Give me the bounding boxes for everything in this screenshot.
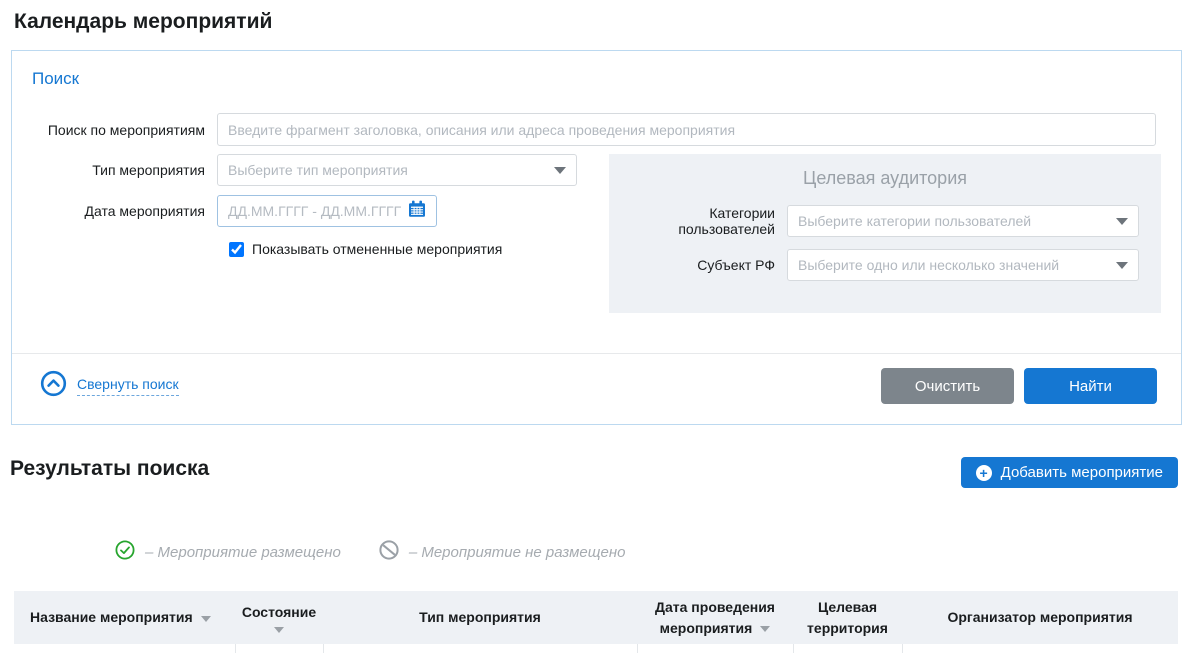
column-header-label: Состояние: [242, 602, 316, 622]
add-event-label: Добавить мероприятие: [1001, 464, 1163, 481]
find-button[interactable]: Найти: [1024, 368, 1157, 404]
column-header-territory: Целевая территория: [793, 591, 902, 644]
column-header-label: Целевая территория: [807, 599, 888, 635]
cell-territory: Все субъекты РФ: [793, 644, 902, 653]
event-type-label: Тип мероприятия: [12, 162, 217, 178]
show-cancelled-checkbox[interactable]: [229, 242, 244, 257]
legend-not-published-text: – Мероприятие не размещено: [409, 544, 626, 561]
chevron-up-circle-icon: [40, 370, 77, 402]
collapse-search-label: Свернуть поиск: [77, 376, 179, 396]
user-categories-label: Категории пользователей: [609, 205, 787, 237]
user-categories-placeholder: Выберите категории пользователей: [798, 213, 1031, 229]
plus-circle-icon: [976, 465, 992, 481]
region-select[interactable]: Выберите одно или несколько значений: [787, 249, 1139, 281]
cell-event-type: Вебинар: [323, 644, 637, 653]
sort-icon[interactable]: [274, 627, 284, 633]
show-cancelled-label: Показывать отмененные мероприятия: [252, 241, 502, 257]
results-table: Название мероприятия Состояние Тип мероп…: [14, 591, 1178, 653]
cell-organizer: АнтартикНаучсофт: [902, 644, 1178, 653]
status-legend: – Мероприятие размещено – Мероприятие не…: [115, 540, 1193, 565]
date-range-placeholder: ДД.ММ.ГГГГ - ДД.ММ.ГГГГ: [228, 203, 401, 219]
show-cancelled-row: Показывать отмененные мероприятия: [229, 241, 609, 257]
calendar-icon[interactable]: [408, 200, 426, 223]
chevron-down-icon: [554, 167, 566, 174]
table-row: Вебинар Вебинар 18.05.2017 Все субъекты …: [14, 644, 1178, 653]
column-header-status: Состояние: [235, 591, 323, 644]
legend-published-text: – Мероприятие размещено: [145, 544, 341, 561]
chevron-down-icon: [1116, 262, 1128, 269]
region-placeholder: Выберите одно или несколько значений: [798, 257, 1059, 273]
search-form-main: Тип мероприятия Выберите тип мероприятия…: [12, 154, 1181, 313]
type-row: Тип мероприятия Выберите тип мероприятия: [12, 154, 609, 186]
date-row: Дата мероприятия ДД.ММ.ГГГГ - ДД.ММ.ГГГГ: [12, 195, 609, 227]
search-panel: Поиск Поиск по мероприятиям Тип мероприя…: [11, 50, 1182, 425]
user-categories-row: Категории пользователей Выберите категор…: [609, 205, 1161, 237]
user-categories-select[interactable]: Выберите категории пользователей: [787, 205, 1139, 237]
region-row: Субъект РФ Выберите одно или несколько з…: [609, 249, 1161, 281]
column-header-label: Тип мероприятия: [419, 609, 541, 625]
cell-event-date: 18.05.2017: [637, 644, 793, 653]
column-header-organizer: Организатор мероприятия: [902, 591, 1178, 644]
region-label: Субъект РФ: [609, 257, 787, 273]
table-header-row: Название мероприятия Состояние Тип мероп…: [14, 591, 1178, 644]
column-header-label: Организатор мероприятия: [947, 609, 1132, 625]
search-form-left: Тип мероприятия Выберите тип мероприятия…: [12, 154, 609, 257]
cell-event-name: Вебинар: [14, 644, 235, 653]
column-header-event-type: Тип мероприятия: [323, 591, 637, 644]
legend-item-published: – Мероприятие размещено: [115, 540, 341, 565]
query-row: Поиск по мероприятиям: [12, 113, 1181, 146]
add-event-button[interactable]: Добавить мероприятие: [961, 457, 1178, 488]
sort-icon[interactable]: [760, 626, 770, 632]
cell-status: [235, 644, 323, 653]
check-circle-icon: [115, 540, 135, 565]
column-header-label: Название мероприятия: [30, 609, 193, 625]
search-panel-title: Поиск: [12, 51, 1181, 113]
search-input[interactable]: [217, 113, 1156, 146]
sort-icon[interactable]: [201, 616, 211, 622]
event-type-placeholder: Выберите тип мероприятия: [228, 162, 408, 178]
ban-circle-icon: [379, 540, 399, 565]
column-header-label: Дата проведения мероприятия: [655, 599, 775, 635]
target-audience-panel: Целевая аудитория Категории пользователе…: [609, 154, 1161, 313]
search-panel-footer: Свернуть поиск Очистить Найти: [12, 354, 1181, 410]
results-header: Результаты поиска Добавить мероприятие: [10, 457, 1178, 488]
target-audience-title: Целевая аудитория: [609, 168, 1161, 189]
query-label: Поиск по мероприятиям: [12, 122, 217, 138]
footer-buttons: Очистить Найти: [881, 368, 1157, 404]
column-header-event-date: Дата проведения мероприятия: [637, 591, 793, 644]
collapse-search-link[interactable]: Свернуть поиск: [40, 370, 179, 402]
clear-button[interactable]: Очистить: [881, 368, 1014, 404]
column-header-event-name: Название мероприятия: [14, 591, 235, 644]
date-range-input[interactable]: ДД.ММ.ГГГГ - ДД.ММ.ГГГГ: [217, 195, 437, 227]
event-date-label: Дата мероприятия: [12, 203, 217, 219]
results-title: Результаты поиска: [10, 457, 209, 481]
page-title: Календарь мероприятий: [14, 10, 1193, 34]
chevron-down-icon: [1116, 218, 1128, 225]
legend-item-not-published: – Мероприятие не размещено: [379, 540, 626, 565]
event-type-select[interactable]: Выберите тип мероприятия: [217, 154, 577, 186]
